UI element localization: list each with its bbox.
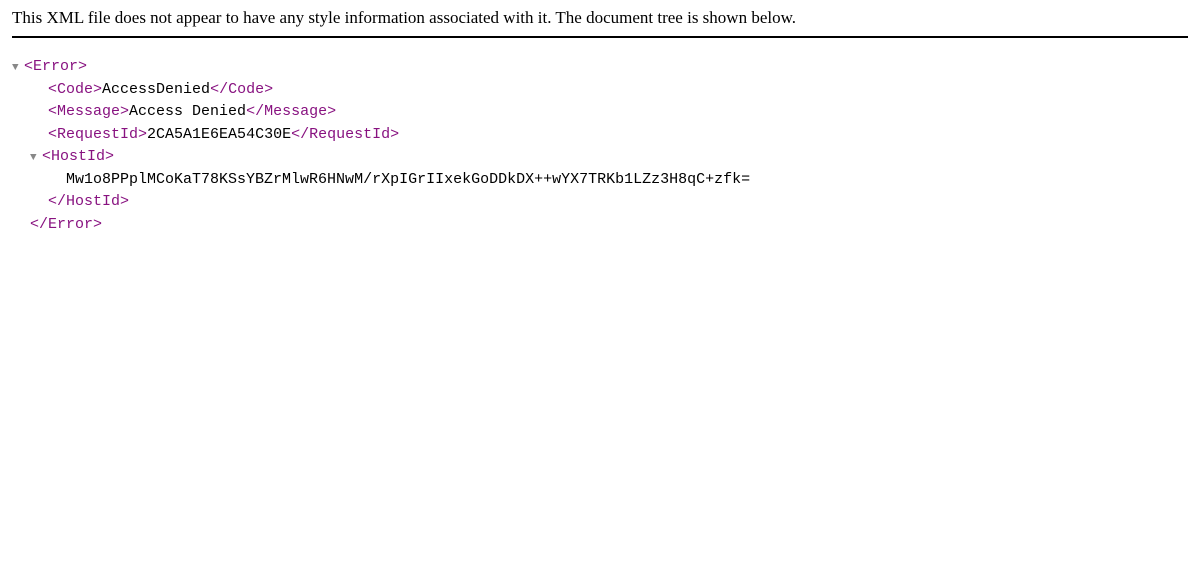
- collapse-toggle-icon[interactable]: ▼: [12, 60, 24, 77]
- message-value: Access Denied: [129, 101, 246, 124]
- requestid-line: <RequestId> 2CA5A1E6EA54C30E </RequestId…: [12, 124, 1188, 147]
- message-open-tag: <Message>: [48, 101, 129, 124]
- code-open-tag: <Code>: [48, 79, 102, 102]
- collapse-toggle-icon[interactable]: ▼: [30, 150, 42, 167]
- error-open-tag: <Error>: [24, 56, 87, 79]
- hostid-open-line[interactable]: ▼ <HostId>: [12, 146, 1188, 169]
- xml-style-notice: This XML file does not appear to have an…: [12, 8, 1188, 38]
- code-close-tag: </Code>: [210, 79, 273, 102]
- requestid-value: 2CA5A1E6EA54C30E: [147, 124, 291, 147]
- xml-tree: ▼ <Error> <Code> AccessDenied </Code> <M…: [12, 56, 1188, 236]
- code-line: <Code> AccessDenied </Code>: [12, 79, 1188, 102]
- code-value: AccessDenied: [102, 79, 210, 102]
- hostid-value: Mw1o8PPplMCoKaT78KSsYBZrMlwR6HNwM/rXpIGr…: [66, 169, 750, 192]
- requestid-open-tag: <RequestId>: [48, 124, 147, 147]
- hostid-close-tag: </HostId>: [48, 191, 129, 214]
- hostid-close-line: </HostId>: [12, 191, 1188, 214]
- error-close-tag: </Error>: [30, 214, 102, 237]
- hostid-open-tag: <HostId>: [42, 146, 114, 169]
- error-close-line: </Error>: [12, 214, 1188, 237]
- requestid-close-tag: </RequestId>: [291, 124, 399, 147]
- error-open-line[interactable]: ▼ <Error>: [12, 56, 1188, 79]
- hostid-value-line: Mw1o8PPplMCoKaT78KSsYBZrMlwR6HNwM/rXpIGr…: [12, 169, 1188, 192]
- message-line: <Message> Access Denied </Message>: [12, 101, 1188, 124]
- message-close-tag: </Message>: [246, 101, 336, 124]
